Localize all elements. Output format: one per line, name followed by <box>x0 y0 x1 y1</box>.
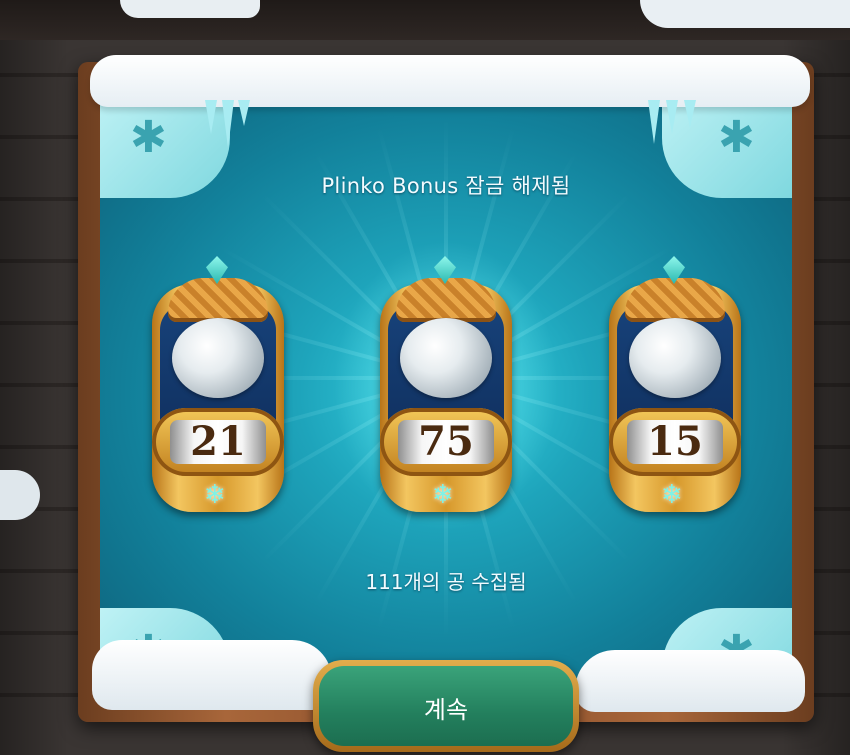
ball-count: 75 <box>418 418 474 465</box>
bonus-card: 15 ❄ <box>603 256 747 518</box>
bonus-card: 21 ❄ <box>146 256 290 518</box>
counter-plate: 21 <box>152 408 284 476</box>
snow-ledge-top <box>90 55 810 107</box>
snowflake-icon: ❄ <box>204 480 226 510</box>
ball-count: 15 <box>647 418 703 465</box>
card-crown <box>168 278 268 322</box>
card-crown <box>396 278 496 322</box>
balls-collected-text: 111개의 공 수집됨 <box>365 570 527 594</box>
snow-ledge-bottom <box>92 640 332 710</box>
background-snow <box>640 0 850 28</box>
icicle <box>684 100 696 128</box>
icicle <box>222 100 234 148</box>
icicle <box>238 100 250 126</box>
icicle <box>205 100 217 134</box>
snowflake-icon: ✱ <box>718 112 755 163</box>
snowflake-icon: ❄ <box>661 480 683 510</box>
bonus-card: 75 ❄ <box>314 216 578 556</box>
icicle <box>648 100 660 144</box>
background-snow <box>120 0 260 18</box>
ball-count: 21 <box>190 418 246 465</box>
snowflake-icon: ✱ <box>130 112 167 163</box>
counter-plate: 15 <box>609 408 741 476</box>
icicle <box>666 100 678 134</box>
dialog-title: Plinko Bonus 잠금 해제됨 <box>321 174 571 198</box>
plinko-ball-icon <box>400 318 492 398</box>
card-crown <box>625 278 725 322</box>
counter-plate: 75 <box>380 408 512 476</box>
snowflake-icon: ❄ <box>432 480 454 510</box>
continue-button-label: 계속 <box>423 696 469 724</box>
continue-button[interactable]: 계속 <box>313 660 579 752</box>
snow-ledge-bottom <box>575 650 805 712</box>
plinko-ball-icon <box>172 318 264 398</box>
plinko-ball-icon <box>629 318 721 398</box>
